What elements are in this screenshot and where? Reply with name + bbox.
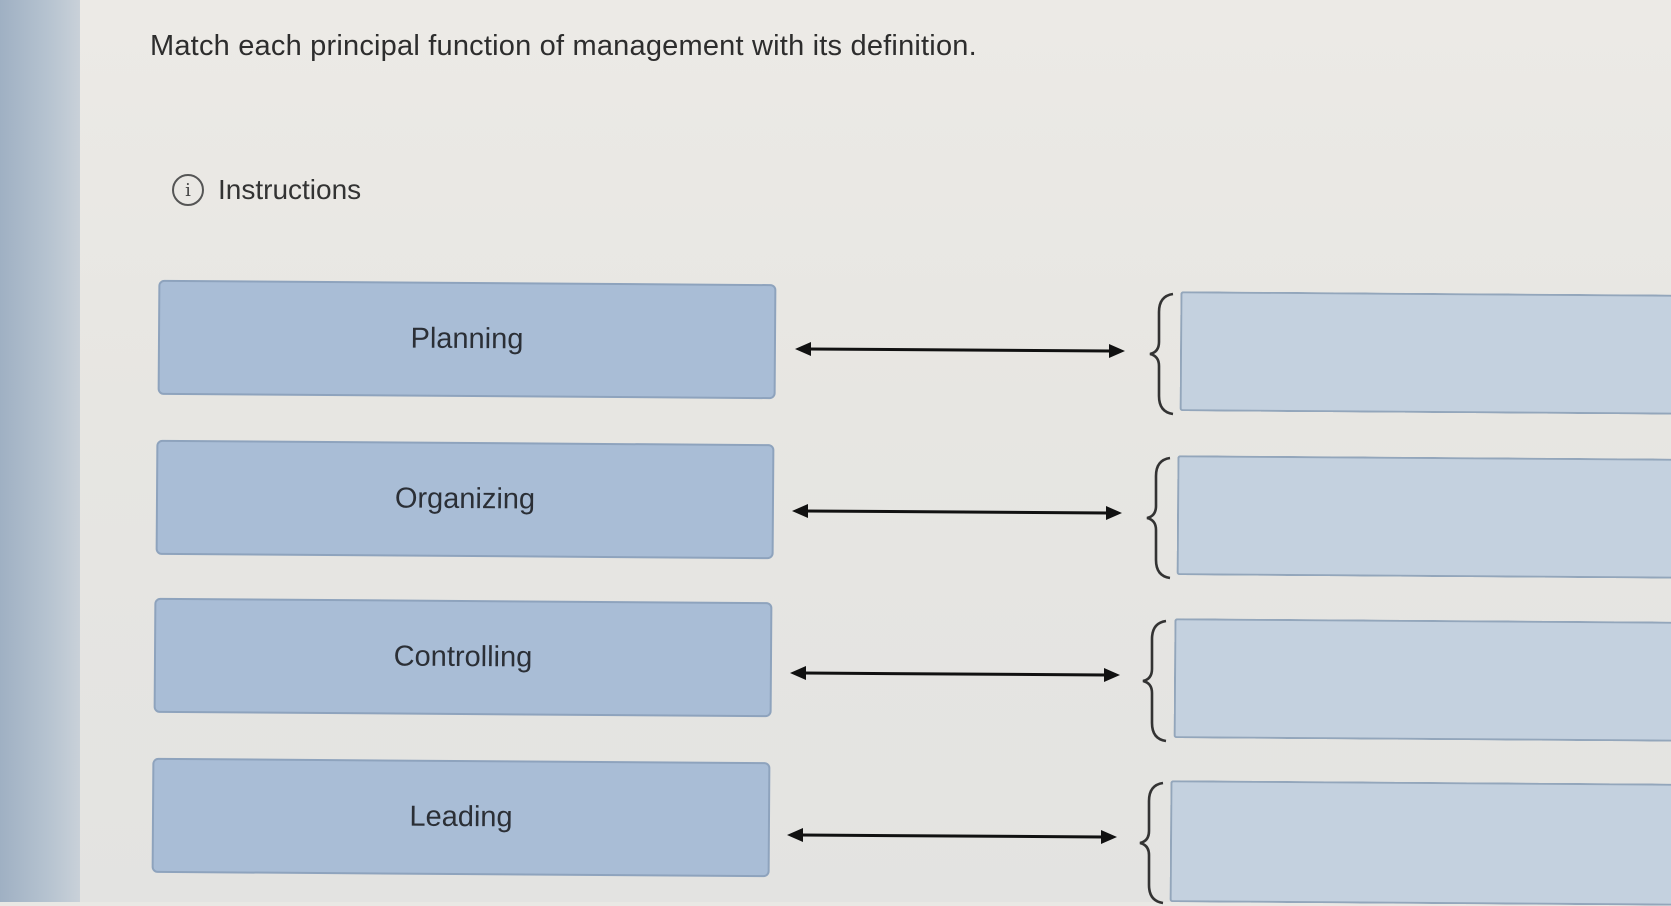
info-icon: i [172,174,204,206]
instructions-link[interactable]: i Instructions [172,174,361,206]
term-label: Controlling [393,640,533,674]
term-card-planning[interactable]: Planning [157,279,777,400]
drop-zone[interactable] [1173,618,1671,742]
term-card-leading[interactable]: Leading [151,757,771,878]
drop-zone[interactable] [1179,291,1671,415]
term-label: Organizing [394,482,536,516]
bracket-icon [1146,456,1171,580]
double-arrow-icon [792,504,1122,520]
double-arrow-icon [787,828,1117,844]
bracket-icon [1149,292,1174,416]
instructions-label: Instructions [218,174,362,205]
term-label: Planning [410,322,524,356]
bracket-icon [1139,781,1164,905]
term-card-controlling[interactable]: Controlling [153,597,773,718]
double-arrow-icon [790,666,1120,682]
drop-zone[interactable] [1169,780,1671,906]
bracket-icon [1142,619,1167,743]
term-label: Leading [409,800,513,834]
question-prompt: Match each principal function of managem… [150,30,977,62]
term-card-organizing[interactable]: Organizing [155,439,775,560]
drop-zone[interactable] [1176,455,1671,579]
double-arrow-icon [795,342,1125,358]
left-rail [0,0,80,902]
